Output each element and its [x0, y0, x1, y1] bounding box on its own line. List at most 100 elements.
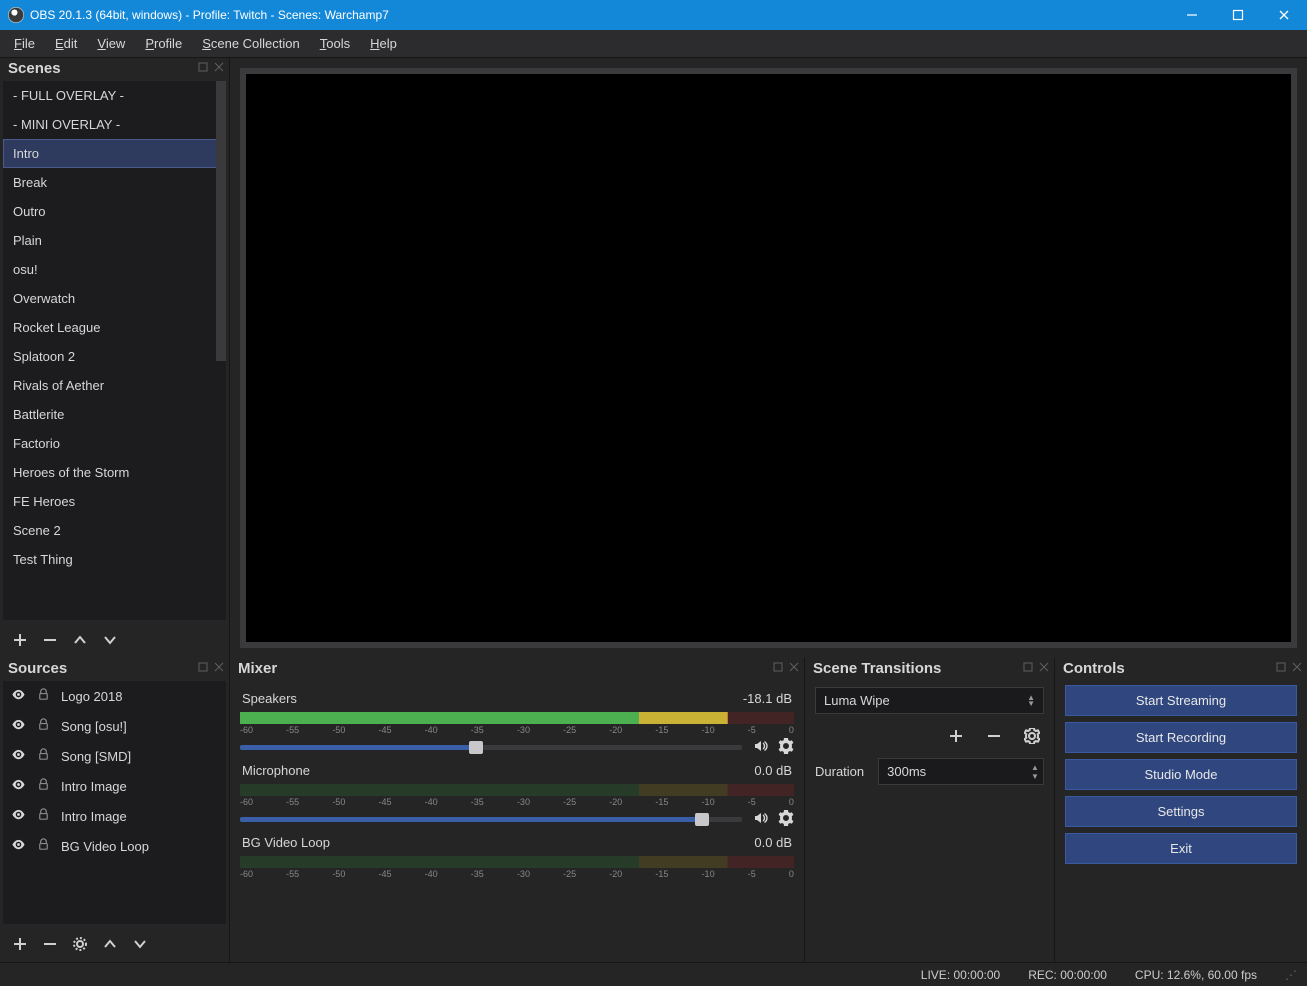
scene-item[interactable]: osu! — [3, 255, 226, 284]
lock-icon[interactable] — [36, 777, 51, 795]
resize-grip-icon[interactable]: ⋰ — [1285, 968, 1295, 982]
source-item[interactable]: Intro Image — [3, 771, 226, 801]
channel-db: -18.1 dB — [743, 691, 792, 706]
close-panel-icon[interactable] — [1291, 660, 1303, 677]
move-source-down-button[interactable] — [128, 932, 152, 956]
close-button[interactable] — [1261, 0, 1307, 30]
app-icon — [8, 7, 24, 23]
menu-edit[interactable]: Edit — [45, 32, 87, 55]
mixer-channel: Speakers-18.1 dB-60-55-50-45-40-35-30-25… — [240, 687, 794, 757]
meter-ticks: -60-55-50-45-40-35-30-25-20-15-10-50 — [240, 868, 794, 882]
scene-item[interactable]: Overwatch — [3, 284, 226, 313]
scene-item[interactable]: Heroes of the Storm — [3, 458, 226, 487]
maximize-button[interactable] — [1215, 0, 1261, 30]
menu-scene-collection[interactable]: Scene Collection — [192, 32, 310, 55]
remove-transition-button[interactable] — [982, 724, 1006, 748]
start-streaming-button[interactable]: Start Streaming — [1065, 685, 1297, 716]
minimize-button[interactable] — [1169, 0, 1215, 30]
source-item[interactable]: Song [SMD] — [3, 741, 226, 771]
scene-item[interactable]: FE Heroes — [3, 487, 226, 516]
visibility-icon[interactable] — [11, 777, 26, 795]
volume-slider[interactable] — [240, 817, 742, 822]
scene-item[interactable]: Intro — [3, 139, 226, 168]
lock-icon[interactable] — [36, 747, 51, 765]
sources-toolbar — [0, 926, 229, 962]
visibility-icon[interactable] — [11, 837, 26, 855]
remove-source-button[interactable] — [38, 932, 62, 956]
add-transition-button[interactable] — [944, 724, 968, 748]
menu-view[interactable]: View — [87, 32, 135, 55]
preview-canvas[interactable] — [246, 74, 1291, 642]
scene-item[interactable]: Factorio — [3, 429, 226, 458]
meter-ticks: -60-55-50-45-40-35-30-25-20-15-10-50 — [240, 796, 794, 810]
status-live: LIVE: 00:00:00 — [921, 968, 1000, 982]
add-source-button[interactable] — [8, 932, 32, 956]
visibility-icon[interactable] — [11, 807, 26, 825]
lock-icon[interactable] — [36, 807, 51, 825]
popout-icon[interactable] — [197, 660, 209, 677]
move-source-up-button[interactable] — [98, 932, 122, 956]
source-label: Song [osu!] — [61, 719, 127, 734]
start-recording-button[interactable]: Start Recording — [1065, 722, 1297, 753]
scene-item[interactable]: Plain — [3, 226, 226, 255]
move-scene-down-button[interactable] — [98, 628, 122, 652]
studio-mode-button[interactable]: Studio Mode — [1065, 759, 1297, 790]
channel-settings-icon[interactable] — [778, 738, 794, 757]
scene-item[interactable]: Outro — [3, 197, 226, 226]
close-panel-icon[interactable] — [1038, 660, 1050, 677]
move-scene-up-button[interactable] — [68, 628, 92, 652]
scene-item[interactable]: - FULL OVERLAY - — [3, 81, 226, 110]
menu-profile[interactable]: Profile — [135, 32, 192, 55]
channel-db: 0.0 dB — [754, 763, 792, 778]
scenes-list[interactable]: - FULL OVERLAY -- MINI OVERLAY -IntroBre… — [3, 81, 226, 620]
mute-icon[interactable] — [752, 738, 768, 757]
source-item[interactable]: Intro Image — [3, 801, 226, 831]
lock-icon[interactable] — [36, 717, 51, 735]
transition-properties-button[interactable] — [1020, 724, 1044, 748]
settings-button[interactable]: Settings — [1065, 796, 1297, 827]
add-scene-button[interactable] — [8, 628, 32, 652]
mute-icon[interactable] — [752, 810, 768, 829]
popout-icon[interactable] — [1022, 660, 1034, 677]
close-panel-icon[interactable] — [213, 60, 225, 77]
sources-list[interactable]: Logo 2018Song [osu!]Song [SMD]Intro Imag… — [3, 681, 226, 924]
scene-item[interactable]: - MINI OVERLAY - — [3, 110, 226, 139]
source-item[interactable]: Song [osu!] — [3, 711, 226, 741]
transition-select[interactable]: Luma Wipe ▲▼ — [815, 687, 1044, 714]
duration-spinner[interactable]: 300ms ▲▼ — [878, 758, 1044, 785]
controls-panel: Controls Start StreamingStart RecordingS… — [1055, 658, 1307, 962]
visibility-icon[interactable] — [11, 687, 26, 705]
source-item[interactable]: BG Video Loop — [3, 831, 226, 861]
scene-item[interactable]: Splatoon 2 — [3, 342, 226, 371]
scene-item[interactable]: Test Thing — [3, 545, 226, 574]
lock-icon[interactable] — [36, 837, 51, 855]
volume-slider[interactable] — [240, 745, 742, 750]
status-cpu: CPU: 12.6%, 60.00 fps — [1135, 968, 1257, 982]
close-panel-icon[interactable] — [788, 660, 800, 677]
close-panel-icon[interactable] — [213, 660, 225, 677]
visibility-icon[interactable] — [11, 717, 26, 735]
popout-icon[interactable] — [772, 660, 784, 677]
popout-icon[interactable] — [1275, 660, 1287, 677]
scene-item[interactable]: Rivals of Aether — [3, 371, 226, 400]
scrollbar[interactable] — [216, 81, 226, 361]
source-label: BG Video Loop — [61, 839, 149, 854]
scene-item[interactable]: Rocket League — [3, 313, 226, 342]
spinner-arrows-icon[interactable]: ▲▼ — [1027, 759, 1043, 784]
remove-scene-button[interactable] — [38, 628, 62, 652]
visibility-icon[interactable] — [11, 747, 26, 765]
source-properties-button[interactable] — [68, 932, 92, 956]
scene-item[interactable]: Battlerite — [3, 400, 226, 429]
lock-icon[interactable] — [36, 687, 51, 705]
popout-icon[interactable] — [197, 60, 209, 77]
exit-button[interactable]: Exit — [1065, 833, 1297, 864]
menu-help[interactable]: Help — [360, 32, 407, 55]
scene-item[interactable]: Scene 2 — [3, 516, 226, 545]
menu-tools[interactable]: Tools — [310, 32, 360, 55]
menu-file[interactable]: File — [4, 32, 45, 55]
preview-frame — [240, 68, 1297, 648]
channel-settings-icon[interactable] — [778, 810, 794, 829]
menubar: File Edit View Profile Scene Collection … — [0, 30, 1307, 58]
scene-item[interactable]: Break — [3, 168, 226, 197]
source-item[interactable]: Logo 2018 — [3, 681, 226, 711]
